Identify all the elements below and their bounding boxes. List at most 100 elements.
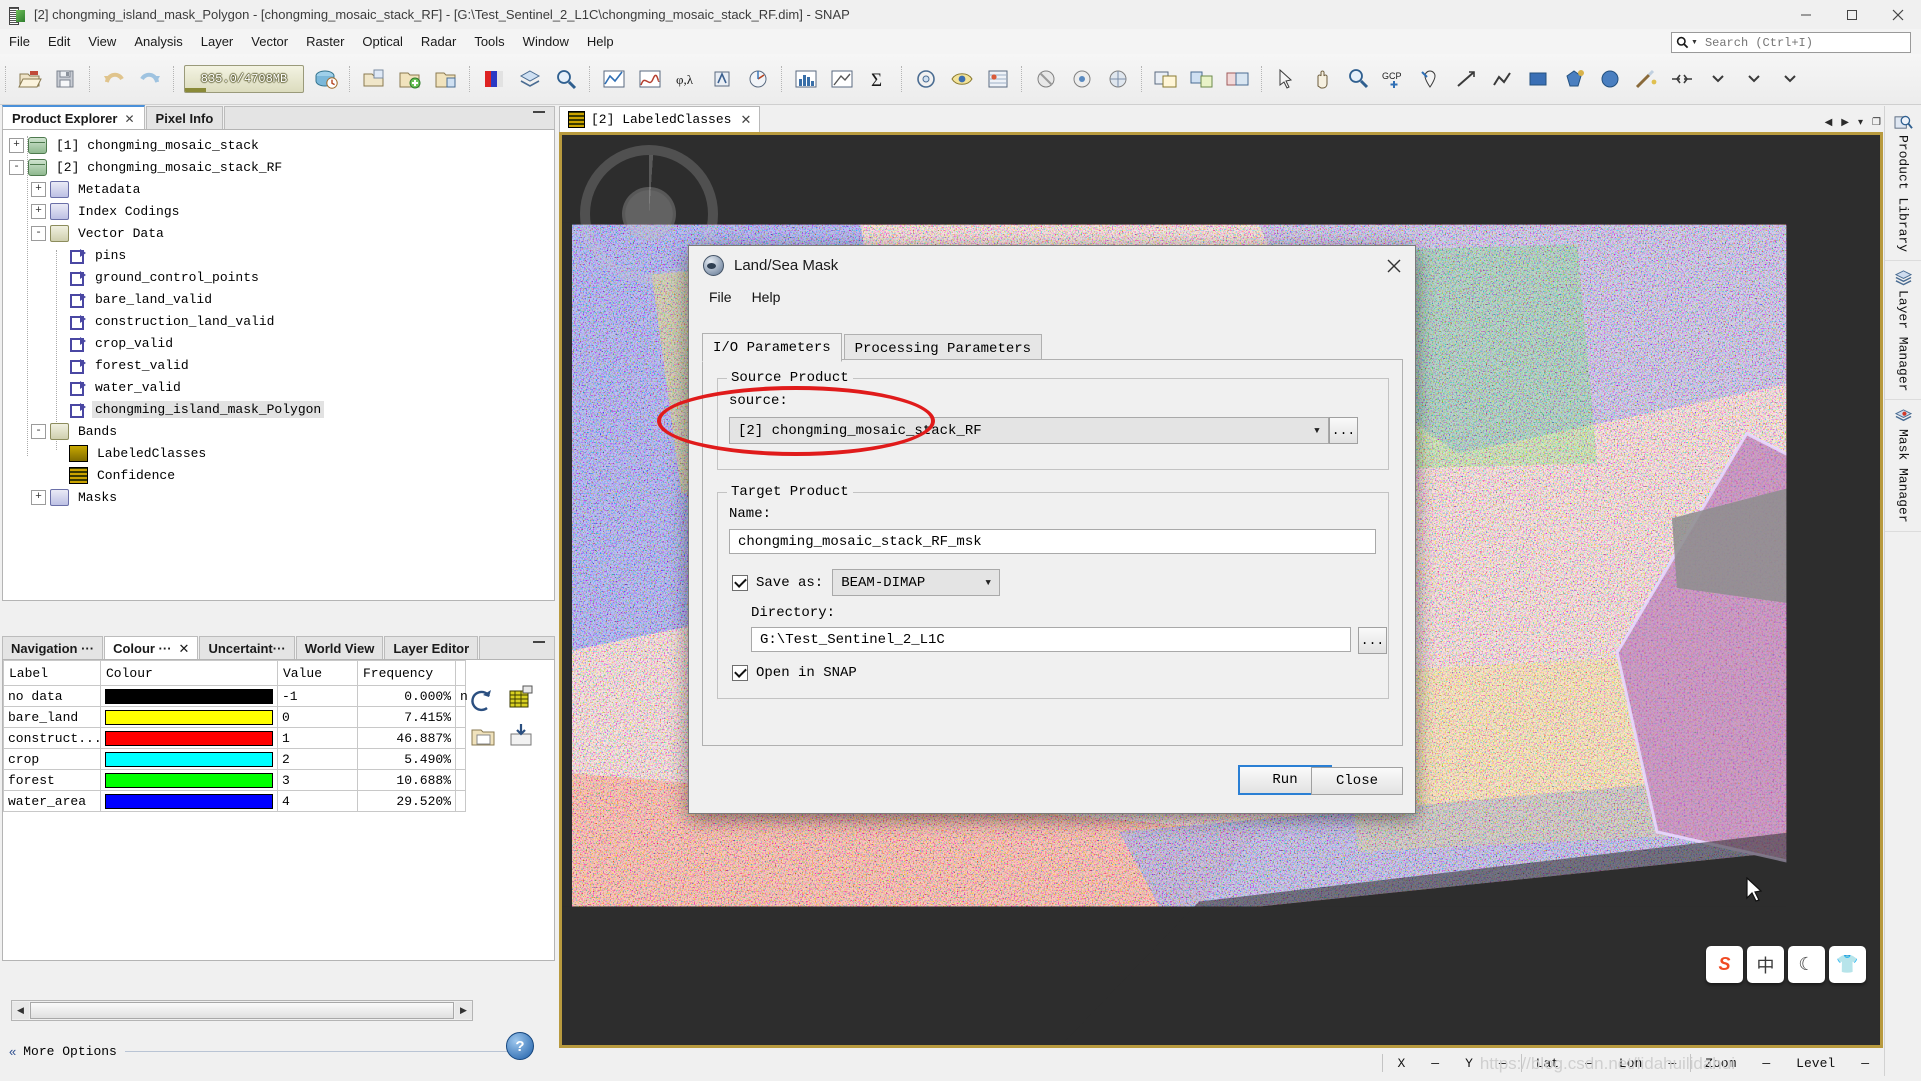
dialog-menu-file[interactable]: File: [699, 286, 742, 308]
more-options-toggle[interactable]: « More Options: [9, 1038, 549, 1064]
histogram-icon[interactable]: [789, 62, 823, 96]
tab-io-parameters[interactable]: I/O Parameters: [702, 333, 842, 362]
menu-optical[interactable]: Optical: [353, 31, 411, 52]
expander-icon[interactable]: +: [31, 203, 46, 219]
cell-colour[interactable]: [100, 790, 278, 812]
information-icon[interactable]: [705, 62, 739, 96]
minimize-panel-icon[interactable]: [533, 641, 545, 643]
save-product-icon[interactable]: [49, 62, 83, 96]
table-row[interactable]: no data -1 0.000% n: [3, 685, 468, 707]
tree-item[interactable]: - [2] chongming_mosaic_stack_RF: [9, 156, 554, 178]
ime-skin-icon[interactable]: 👕: [1829, 946, 1866, 983]
export-palette-icon[interactable]: [507, 722, 537, 752]
menu-raster[interactable]: Raster: [297, 31, 353, 52]
dock-item-layer-manager[interactable]: Layer Manager: [1885, 261, 1921, 401]
ime-moon-icon[interactable]: ☾: [1788, 946, 1825, 983]
source-product-combobox[interactable]: [2] chongming_mosaic_stack_RF ▼: [729, 417, 1329, 444]
chevron-down-icon[interactable]: ▼: [1306, 426, 1328, 436]
tree-item[interactable]: Confidence: [9, 464, 554, 486]
import-palette-icon[interactable]: [469, 722, 499, 752]
colour-table[interactable]: Label Colour Value Frequency no data -1 …: [3, 660, 468, 812]
pin-manager-icon[interactable]: [981, 62, 1015, 96]
target-name-input[interactable]: chongming_mosaic_stack_RF_msk: [729, 529, 1376, 554]
format-combobox[interactable]: BEAM-DIMAP ▼: [832, 569, 1001, 596]
mask-area-icon[interactable]: [945, 62, 979, 96]
selection-tool-icon[interactable]: [1269, 62, 1303, 96]
help-button[interactable]: ?: [506, 1032, 534, 1060]
pin-placing-icon[interactable]: [1413, 62, 1447, 96]
redo-icon[interactable]: [133, 62, 167, 96]
cell-colour[interactable]: [100, 769, 278, 791]
open-folder-blue-icon[interactable]: [429, 62, 463, 96]
menu-help[interactable]: Help: [578, 31, 623, 52]
reset-icon[interactable]: [469, 686, 499, 716]
search-input[interactable]: [1702, 34, 1887, 51]
line-drawing-icon[interactable]: [1449, 62, 1483, 96]
magic-wand-icon[interactable]: [1629, 62, 1663, 96]
open-in-snap-checkbox[interactable]: [732, 665, 748, 681]
menu-edit[interactable]: Edit: [39, 31, 79, 52]
menu-file[interactable]: File: [0, 31, 39, 52]
tree-item[interactable]: pins: [9, 244, 554, 266]
dialog-close-button[interactable]: [1383, 255, 1405, 277]
tree-item[interactable]: forest_valid: [9, 354, 554, 376]
expander-icon[interactable]: +: [9, 137, 24, 153]
chevron-down-icon[interactable]: ▼: [1691, 39, 1698, 46]
col-extra[interactable]: [455, 660, 466, 686]
expander-icon[interactable]: -: [31, 423, 46, 439]
polygon-drawing-icon[interactable]: [1557, 62, 1591, 96]
dock-item-mask-manager[interactable]: Mask Manager: [1885, 400, 1921, 533]
ime-chinese-mode-icon[interactable]: 中: [1747, 946, 1784, 983]
no-data-icon[interactable]: [1029, 62, 1063, 96]
tree-item[interactable]: crop_valid: [9, 332, 554, 354]
scatter-plot-icon[interactable]: [825, 62, 859, 96]
range-finder-icon[interactable]: [1665, 62, 1699, 96]
colour-table-hscrollbar[interactable]: ◀ ▶: [11, 1000, 473, 1021]
minimize-button[interactable]: [1783, 0, 1829, 29]
tree-item[interactable]: + Index Codings: [9, 200, 554, 222]
dialog-menu-help[interactable]: Help: [742, 286, 791, 308]
geo-coding-icon[interactable]: φ,λ: [669, 62, 703, 96]
close-icon[interactable]: ✕: [179, 641, 190, 657]
table-row[interactable]: water_area 4 29.520%: [3, 790, 466, 812]
menu-window[interactable]: Window: [514, 31, 578, 52]
expander-icon[interactable]: -: [31, 225, 46, 241]
undo-icon[interactable]: [97, 62, 131, 96]
subset-icon[interactable]: [1149, 62, 1183, 96]
collocation-icon[interactable]: [1221, 62, 1255, 96]
chevron-down-icon[interactable]: ▼: [977, 578, 999, 588]
menu-view[interactable]: View: [79, 31, 125, 52]
layer-icon[interactable]: [513, 62, 547, 96]
more-tools-icon[interactable]: [1773, 62, 1807, 96]
tree-item[interactable]: + Metadata: [9, 178, 554, 200]
tab-colour-manipulation[interactable]: Colour ··· ✕: [104, 636, 199, 660]
close-button[interactable]: [1875, 0, 1921, 29]
mask-icon[interactable]: [909, 62, 943, 96]
scroll-right-icon[interactable]: ▶: [455, 1002, 472, 1019]
band-select-icon[interactable]: [1185, 62, 1219, 96]
tree-item[interactable]: + [1] chongming_mosaic_stack: [9, 134, 554, 156]
menu-radar[interactable]: Radar: [412, 31, 465, 52]
col-colour[interactable]: Colour: [100, 660, 278, 686]
cell-colour[interactable]: [100, 706, 278, 728]
global-search-box[interactable]: ▼: [1671, 32, 1911, 53]
ellipse-drawing-icon[interactable]: [1593, 62, 1627, 96]
tab-uncertainty[interactable]: Uncertaint···: [199, 636, 295, 660]
minimize-panel-icon[interactable]: [533, 111, 545, 113]
scroll-left-icon[interactable]: ◀: [12, 1002, 29, 1019]
tab-pixel-info[interactable]: Pixel Info: [145, 106, 224, 130]
directory-browse-button[interactable]: ...: [1358, 627, 1387, 654]
rectangle-drawing-icon[interactable]: [1521, 62, 1555, 96]
dock-item-product-library[interactable]: Product Library: [1885, 106, 1921, 262]
close-icon[interactable]: ✕: [124, 112, 134, 126]
magnifier-icon[interactable]: [549, 62, 583, 96]
scroll-tabs-left-icon[interactable]: ◀: [1825, 117, 1833, 128]
source-browse-button[interactable]: ...: [1329, 417, 1358, 444]
spectrum-icon[interactable]: [633, 62, 667, 96]
table-row[interactable]: crop 2 5.490%: [3, 748, 466, 770]
scroll-tabs-right-icon[interactable]: ▶: [1841, 117, 1849, 128]
maximize-view-icon[interactable]: ❐: [1872, 117, 1881, 128]
sum-icon[interactable]: Σ: [861, 62, 895, 96]
tab-list-icon[interactable]: ▾: [1858, 117, 1863, 128]
cell-colour[interactable]: [100, 727, 278, 749]
